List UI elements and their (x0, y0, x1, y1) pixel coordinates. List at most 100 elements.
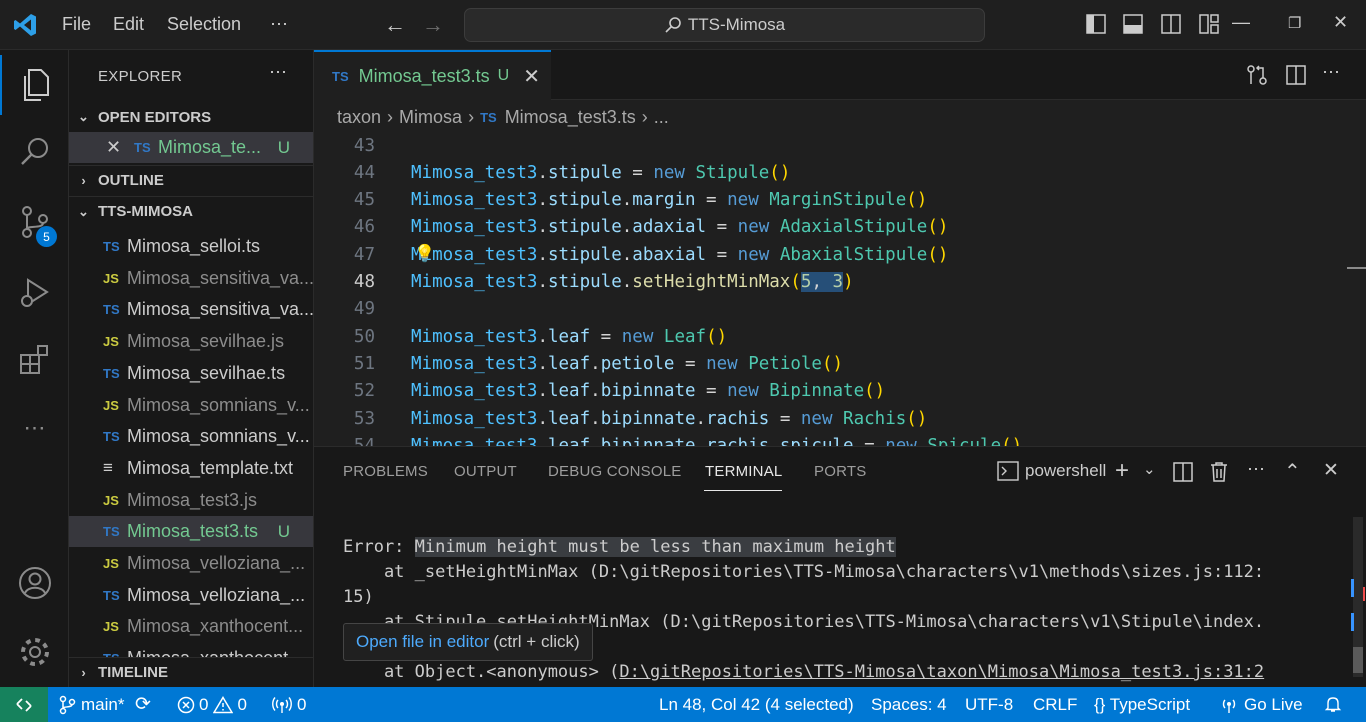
javascript-file-icon: JS (103, 492, 119, 508)
file-item[interactable]: ≡ Mimosa_template.txt (69, 453, 313, 484)
breadcrumb-mimosa[interactable]: Mimosa (399, 107, 462, 128)
menu-more[interactable]: ⋯ (270, 14, 288, 35)
tab-mimosa-test3[interactable]: TS Mimosa_test3.ts U ✕ (314, 50, 551, 100)
breadcrumb-taxon[interactable]: taxon (337, 107, 381, 128)
file-item[interactable]: JS Mimosa_sevilhae.js (69, 326, 313, 357)
file-item[interactable]: TS Mimosa_test3.ts U (69, 516, 313, 548)
toggle-panel-icon[interactable] (1122, 13, 1144, 35)
cursor-position[interactable]: Ln 48, Col 42 (4 selected) (659, 695, 854, 715)
restore-icon[interactable]: ❐ (1288, 14, 1301, 32)
run-debug-icon[interactable] (0, 262, 69, 322)
close-tab-icon[interactable]: ✕ (523, 64, 540, 89)
indentation[interactable]: Spaces: 4 (871, 695, 947, 715)
new-terminal-icon[interactable]: + (1115, 457, 1129, 485)
editor-more-icon[interactable]: ⋯ (1322, 62, 1340, 83)
go-live-button[interactable]: Go Live (1220, 695, 1303, 715)
line-ending[interactable]: CRLF (1033, 695, 1077, 715)
chevron-down-icon: ⌄ (78, 109, 89, 124)
typescript-file-icon: TS (103, 365, 120, 381)
notifications-bell-icon[interactable] (1324, 695, 1342, 718)
menu-file[interactable]: File (62, 14, 91, 35)
open-editor-item[interactable]: ✕ TS Mimosa_te... U (69, 132, 313, 163)
breadcrumb-file[interactable]: Mimosa_test3.ts (505, 107, 636, 128)
command-center-search[interactable]: TTS-Mimosa (464, 8, 985, 42)
file-item[interactable]: TS Mimosa_velloziana_... (69, 580, 313, 611)
project-header[interactable]: ⌄ TTS-MIMOSA (69, 196, 313, 226)
file-link[interactable]: D:\gitRepositories\TTS-Mimosa\taxon\Mimo… (619, 662, 1264, 682)
problems-indicator[interactable]: 0 0 (177, 695, 247, 715)
chevron-down-icon[interactable]: ⌄ (1143, 460, 1156, 478)
vscode-logo-icon[interactable] (12, 12, 38, 38)
close-panel-icon[interactable]: ✕ (1323, 459, 1339, 482)
close-icon[interactable]: ✕ (106, 137, 134, 158)
encoding[interactable]: UTF-8 (965, 695, 1013, 715)
code-line: 51 Mimosa_test3.leaf.petiole = new Petiol… (314, 350, 1354, 377)
sync-icon[interactable]: ⟳ (135, 693, 151, 716)
maximize-panel-icon[interactable]: ⌃ (1284, 459, 1301, 484)
panel-more-icon[interactable]: ⋯ (1247, 459, 1265, 480)
file-item[interactable]: JS Mimosa_xanthocent... (69, 611, 313, 642)
trash-icon[interactable] (1209, 461, 1229, 483)
file-item[interactable]: JS Mimosa_velloziana_... (69, 548, 313, 579)
toggle-secondary-sidebar-icon[interactable] (1160, 13, 1182, 35)
tab-output[interactable]: OUTPUT (454, 463, 517, 480)
file-name: Mimosa_sensitiva_va... (126, 267, 314, 288)
code-editor[interactable]: 43 44 Mimosa_test3.stipule = new Stipule()… (314, 134, 1366, 446)
extensions-icon[interactable] (0, 330, 69, 390)
timeline-header[interactable]: › TIMELINE (69, 657, 313, 687)
source-control-icon[interactable] (0, 192, 69, 252)
outline-header[interactable]: › OUTLINE (69, 165, 313, 195)
file-name: Mimosa_template.txt (127, 457, 294, 478)
file-item[interactable]: TS Mimosa_sevilhae.ts (69, 358, 313, 389)
open-editors-header[interactable]: ⌄ OPEN EDITORS (69, 102, 313, 132)
file-item[interactable]: JS Mimosa_test3.js (69, 485, 313, 516)
breadcrumb-symbol[interactable]: ... (654, 107, 669, 128)
terminal-scrollbar[interactable] (1351, 517, 1365, 677)
line-number: 52 (353, 381, 375, 402)
line-number: 53 (353, 408, 375, 429)
explorer-more-icon[interactable]: ⋯ (269, 62, 287, 83)
remote-indicator[interactable] (0, 687, 48, 722)
back-arrow-icon[interactable]: ← (384, 12, 406, 38)
tab-debug-console[interactable]: DEBUG CONSOLE (548, 463, 681, 480)
outline-label: OUTLINE (98, 172, 164, 189)
code-text: Mimosa_test3.leaf.petiole = new Petiole(… (411, 353, 844, 374)
tab-ports[interactable]: PORTS (814, 463, 866, 480)
menu-selection[interactable]: Selection (167, 14, 241, 35)
file-item[interactable]: TS Mimosa_somnians_v... (69, 421, 313, 452)
file-item[interactable]: JS Mimosa_somnians_v... (69, 390, 313, 421)
split-terminal-icon[interactable] (1172, 461, 1194, 483)
shell-name: powershell (1025, 461, 1107, 480)
search-icon[interactable] (0, 122, 69, 182)
close-window-icon[interactable]: ✕ (1333, 12, 1348, 33)
branch-indicator[interactable]: main* (58, 695, 124, 715)
more-views-icon[interactable]: ⋯ (0, 398, 69, 458)
file-item[interactable]: TS Mimosa_selloi.ts (69, 231, 313, 262)
untracked-badge: U (277, 521, 290, 541)
customize-layout-icon[interactable] (1198, 13, 1220, 35)
warning-count: 0 (237, 695, 247, 714)
tab-terminal[interactable]: TERMINAL (705, 463, 782, 480)
settings-gear-icon[interactable] (0, 622, 69, 682)
toggle-primary-sidebar-icon[interactable] (1085, 13, 1107, 35)
chevron-right-icon: › (387, 106, 394, 127)
bottom-panel: PROBLEMS OUTPUT DEBUG CONSOLE TERMINAL P… (314, 446, 1366, 687)
tab-problems[interactable]: PROBLEMS (343, 463, 428, 480)
forward-arrow-icon[interactable]: → (422, 12, 444, 38)
account-icon[interactable] (0, 553, 69, 613)
minimize-icon[interactable]: — (1232, 12, 1250, 33)
line-number: 51 (353, 353, 375, 374)
menu-edit[interactable]: Edit (113, 14, 144, 35)
ports-indicator[interactable]: 0 (272, 695, 306, 715)
open-changes-icon[interactable] (1246, 64, 1268, 86)
terminal-selector[interactable]: powershell (997, 461, 1106, 481)
file-item[interactable]: JS Mimosa_sensitiva_va... (69, 263, 314, 294)
javascript-file-icon: JS (103, 334, 119, 350)
lightbulb-icon[interactable]: 💡 (414, 244, 435, 264)
split-editor-icon[interactable] (1285, 64, 1307, 86)
language-mode[interactable]: {} TypeScript (1094, 695, 1190, 715)
open-file-link[interactable]: Open file in editor (356, 632, 489, 652)
text-file-icon: ≡ (103, 458, 113, 478)
explorer-icon[interactable] (0, 55, 69, 115)
file-item[interactable]: TS Mimosa_sensitiva_va... (69, 294, 313, 325)
